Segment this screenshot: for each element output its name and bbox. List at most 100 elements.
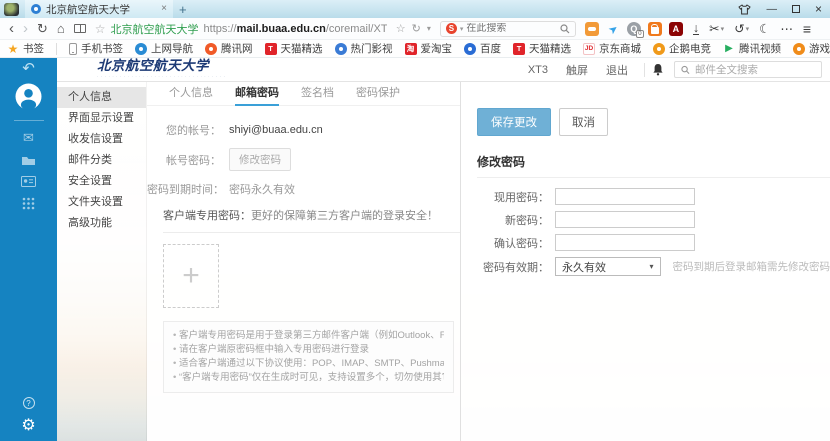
header-link-logout[interactable]: 退出	[606, 62, 628, 78]
browser-search-input[interactable]	[466, 23, 557, 34]
night-mode-icon[interactable]: ☾	[759, 21, 770, 36]
tab-mailbox-password[interactable]: 邮箱密码	[235, 82, 279, 106]
expire-label: 密码到期时间：	[147, 184, 224, 196]
settings-tabs: 个人信息 邮箱密码 签名档 密码保护	[147, 82, 460, 106]
bookmark-item[interactable]: 腾讯网	[205, 41, 253, 56]
bookmark-item[interactable]: T 天猫精选	[513, 41, 571, 56]
bookmark-item[interactable]: 上网导航	[135, 41, 193, 56]
confirm-password-input[interactable]	[555, 234, 695, 251]
user-avatar[interactable]	[15, 83, 42, 110]
tab-signature[interactable]: 签名档	[301, 82, 334, 106]
change-password-button[interactable]: 修改密码	[229, 148, 291, 171]
back-icon[interactable]: ‹	[9, 21, 14, 36]
bird-extension-icon[interactable]: ➤	[603, 19, 623, 39]
new-tab-button[interactable]: +	[179, 3, 187, 16]
bookmark-item[interactable]: JD 京东商城	[583, 41, 641, 56]
current-password-label: 现用密码：	[494, 191, 549, 204]
bookmark-item[interactable]: 游戏中心	[793, 41, 830, 56]
site-star-icon[interactable]: ☆	[95, 22, 106, 36]
extension-icons: ➤ Q0 A	[584, 19, 683, 39]
menu-icon[interactable]: ≡	[803, 21, 811, 37]
mail-back-icon[interactable]: ↶	[22, 61, 35, 76]
current-password-input[interactable]	[555, 188, 695, 205]
undo-tool[interactable]: ↺ ▾	[734, 21, 749, 36]
bookmark-item[interactable]: 百度	[464, 41, 501, 56]
download-icon[interactable]: ↓	[692, 21, 700, 35]
tab-password-protect[interactable]: 密码保护	[356, 82, 400, 106]
refresh-icon[interactable]: ↻	[37, 22, 48, 35]
search-engine-icon[interactable]: S	[445, 23, 457, 34]
header-link-xt3[interactable]: XT3	[528, 64, 548, 76]
settings-gear-icon[interactable]: ⚙	[21, 418, 35, 434]
tab-personal-info[interactable]: 个人信息	[169, 82, 213, 106]
note-item: 请在客户端原密码框中输入专用密码进行登录	[173, 343, 444, 357]
menu-item-send-receive[interactable]: 收发信设置	[57, 129, 146, 150]
browser-profile-avatar[interactable]	[4, 2, 19, 16]
search-icon[interactable]	[560, 23, 570, 34]
shopping-extension-icon[interactable]	[647, 21, 662, 36]
expire-row: 密码到期时间： 密码永久有效	[147, 181, 460, 197]
bookmark-item[interactable]: ▶ 腾讯视频	[723, 41, 781, 56]
mail-envelope-icon[interactable]: ✉	[23, 131, 34, 144]
header-link-touch[interactable]: 触屏	[566, 62, 588, 78]
forward-icon[interactable]: ›	[23, 21, 28, 36]
address-bar[interactable]: ☆ 北京航空航天大学 https://mail.buaa.edu.cn/core…	[95, 21, 387, 37]
note-item: 适合客户端通过以下协议使用：POP、IMAP、SMTP、Pushmail、Cal…	[173, 357, 444, 371]
account-info-form: 您的帐号： shiyi@buaa.edu.cn 帐号密码： 修改密码 密码到期时…	[147, 122, 460, 197]
validity-select[interactable]: 永久有效 ▾	[555, 257, 661, 276]
screenshot-tool[interactable]: ✂ ▾	[709, 21, 724, 36]
cancel-button[interactable]: 取消	[559, 108, 608, 136]
menu-item-advanced[interactable]: 高级功能	[57, 213, 146, 234]
browser-window: 北京航空航天大学 × + — × ‹ › ↻ ⌂ ☆ 北京航空航天大学 http…	[0, 0, 830, 441]
search-engine-caret-icon[interactable]: ▾	[460, 25, 464, 33]
menu-item-folders[interactable]: 文件夹设置	[57, 192, 146, 213]
menu-item-personal-info[interactable]: 个人信息	[57, 87, 146, 108]
url-text[interactable]: https://mail.buaa.edu.cn/coremail/XT5/in…	[204, 23, 387, 35]
close-window-button[interactable]: ×	[815, 2, 822, 16]
section-divider	[163, 232, 460, 233]
more-icon[interactable]: ⋯	[780, 21, 793, 36]
baidu-paw-icon	[464, 42, 476, 55]
home-icon[interactable]: ⌂	[57, 22, 65, 35]
maximize-button[interactable]	[791, 5, 800, 13]
undo-caret-icon: ▾	[745, 25, 750, 33]
browser-search-box[interactable]: S ▾	[439, 20, 576, 37]
bookmark-item[interactable]: 企鹅电竞	[653, 41, 711, 56]
adobe-pdf-extension-icon[interactable]: A	[668, 21, 683, 36]
bookmark-item[interactable]: 手机书签	[69, 41, 123, 56]
game-center-extension-icon[interactable]	[584, 21, 599, 36]
mail-search-box[interactable]	[674, 61, 822, 78]
contacts-card-icon[interactable]	[21, 176, 36, 187]
address-dropdown-icon[interactable]: ▾	[427, 24, 431, 33]
qq-extension-icon[interactable]: Q0	[626, 21, 644, 38]
bookmark-item[interactable]: T 天猫精选	[264, 41, 323, 56]
bookmark-label: 爱淘宝	[420, 43, 453, 55]
bookmarks-root[interactable]: ★ 书签	[7, 41, 44, 56]
mail-search-input[interactable]	[694, 63, 815, 76]
apps-grid-icon[interactable]	[22, 197, 35, 210]
menu-item-display[interactable]: 界面显示设置	[57, 108, 146, 129]
notification-bell-icon[interactable]	[652, 63, 664, 76]
address-actions: ☆ ↻ ▾	[396, 22, 431, 35]
qq-badge: 0	[635, 29, 644, 38]
favorite-page-icon[interactable]: ☆	[396, 22, 406, 35]
tab-title: 北京航空航天大学	[46, 3, 130, 16]
folder-icon[interactable]	[21, 154, 36, 166]
tab-close-icon[interactable]: ×	[161, 4, 167, 14]
browser-tab[interactable]: 北京航空航天大学 ×	[25, 0, 173, 18]
scissors-caret-icon: ▾	[720, 25, 725, 33]
menu-item-security[interactable]: 安全设置	[57, 171, 146, 192]
theme-skin-icon[interactable]	[738, 3, 752, 15]
bookmark-item[interactable]: 热门影视	[334, 41, 393, 56]
minimize-button[interactable]: —	[766, 3, 777, 15]
compat-refresh-icon[interactable]: ↻	[412, 22, 421, 35]
validity-row: 密码有效期： 永久有效 ▾ 密码到期后登录邮箱需先修改密码	[477, 257, 830, 276]
bookmark-label: 京东商城	[599, 43, 641, 55]
reading-mode-icon[interactable]	[73, 24, 86, 33]
bookmark-item[interactable]: 淘爱淘宝	[404, 41, 453, 56]
save-changes-button[interactable]: 保存更改	[477, 108, 551, 136]
new-password-input[interactable]	[555, 211, 695, 228]
add-client-password-button[interactable]: +	[163, 244, 219, 308]
menu-item-mail-sorting[interactable]: 邮件分类	[57, 150, 146, 171]
help-icon[interactable]: ?	[22, 397, 35, 409]
